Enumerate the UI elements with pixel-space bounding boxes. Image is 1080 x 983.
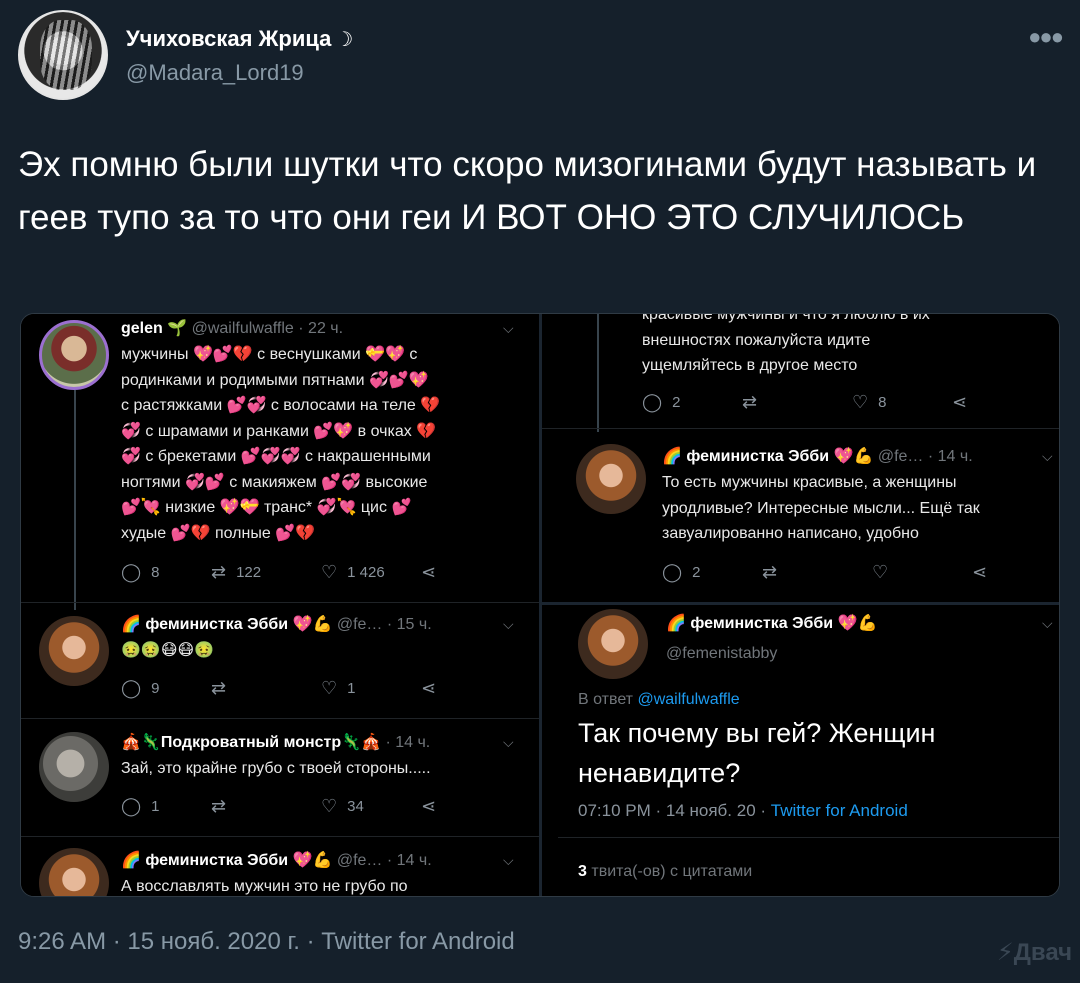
tweet-author: 🌈 феминистка Эбби 💖💪 @fe… · 15 ч.	[121, 616, 432, 633]
tweet-author: 🌈 феминистка Эбби 💖💪	[666, 615, 878, 632]
author-handle[interactable]: @Madara_Lord19	[126, 60, 304, 86]
tweet-body: То есть мужчины красивые, а женщины урод…	[662, 474, 980, 542]
more-options-icon[interactable]: ●●●	[1028, 24, 1064, 50]
reply-context: В ответ @wailfulwaffle	[578, 691, 740, 708]
tweet-author: 🌈 феминистка Эбби 💖💪 @fe… · 14 ч.	[662, 448, 973, 465]
thread-line	[597, 314, 599, 432]
heart-icon: ♡	[321, 796, 338, 816]
tweet-body: красивые мужчины и что я люблю в их внеш…	[642, 314, 930, 374]
author-avatar[interactable]	[18, 10, 108, 100]
speech-bubble-icon: ◯	[662, 562, 683, 582]
author-display-name[interactable]: Учиховская Жрица ☽	[126, 26, 353, 52]
tweet-meta: 07:10 PM · 14 нояб. 20 · Twitter for And…	[578, 801, 908, 820]
tweet-actions: ◯ 8 ⇄ 122 ♡ 1 426 ⋖	[121, 562, 437, 582]
tweet-actions: ◯ 2 ⇄ ♡ ⋖	[662, 562, 988, 582]
tweet-body: Зай, это крайне грубо с твоей стороны...…	[121, 760, 431, 777]
tweet-body: 🤢🤢😷😷🤢	[121, 642, 215, 659]
tweet-author: gelen 🌱 @wailfulwaffle · 22 ч.	[121, 320, 344, 337]
speech-bubble-icon: ◯	[121, 562, 142, 582]
speech-bubble-icon: ◯	[642, 392, 663, 412]
heart-icon: ♡	[852, 392, 869, 412]
chevron-down-icon: ⌵	[503, 616, 514, 632]
share-icon: ⋖	[421, 678, 437, 698]
watermark: ⚡Двач	[996, 939, 1072, 966]
screenshot-left: gelen 🌱 @wailfulwaffle · 22 ч. ⌵ мужчины…	[21, 314, 539, 896]
heart-icon: ♡	[321, 562, 338, 582]
moon-icon: ☽	[335, 29, 354, 51]
screenshot-right-top: красивые мужчины и что я люблю в их внеш…	[542, 314, 1059, 602]
tweet-author: 🌈 феминистка Эбби 💖💪 @fe… · 14 ч.	[121, 852, 432, 869]
tweet-actions: ◯ 9 ⇄ ♡ 1 ⋖	[121, 678, 437, 698]
separator	[21, 602, 539, 603]
quote-count: 3 твита(-ов) с цитатами	[578, 863, 753, 880]
tweet-body: мужчины 💖💕💔 с веснушками 💝💖 с родинками …	[121, 346, 441, 542]
retweet-icon: ⇄	[742, 392, 758, 412]
tweet-timestamp[interactable]: 9:26 AM · 15 нояб. 2020 г. · Twitter for…	[18, 928, 515, 956]
share-icon: ⋖	[421, 562, 437, 582]
avatar	[39, 616, 109, 686]
tweet-body-large: Так почему вы гей? Женщин ненавидите?	[578, 718, 936, 788]
tweet-body: А восславлять мужчин это не грубо по	[121, 878, 408, 895]
screenshot-right-bottom: 🌈 феминистка Эбби 💖💪 @femenistabby ⌵ В о…	[542, 605, 1059, 896]
chevron-down-icon: ⌵	[1042, 615, 1053, 631]
speech-bubble-icon: ◯	[121, 678, 142, 698]
separator	[558, 837, 1059, 838]
avatar	[39, 320, 109, 390]
tweet-text: Эх помню были шутки что скоро мизогинами…	[18, 145, 1037, 237]
retweet-icon: ⇄	[211, 678, 227, 698]
separator	[542, 428, 1059, 429]
share-icon: ⋖	[972, 562, 988, 582]
retweet-icon: ⇄	[762, 562, 778, 582]
avatar	[39, 848, 109, 896]
speech-bubble-icon: ◯	[121, 796, 142, 816]
chevron-down-icon: ⌵	[503, 852, 514, 868]
thread-line	[74, 390, 76, 610]
heart-icon: ♡	[872, 562, 889, 582]
retweet-icon: ⇄	[211, 796, 227, 816]
tweet-author: 🎪🦎Подкроватный монстр🦎🎪 · 14 ч.	[121, 734, 431, 751]
tweet-actions: ◯ 2 ⇄ ♡ 8 ⋖	[642, 392, 968, 412]
avatar	[578, 609, 648, 679]
chevron-down-icon: ⌵	[1042, 448, 1053, 464]
tweet-actions: ◯ 1 ⇄ ♡ 34 ⋖	[121, 796, 437, 816]
tweet-header: Учиховская Жрица ☽ @Madara_Lord19 ●●●	[18, 10, 1064, 102]
tweet-media[interactable]: gelen 🌱 @wailfulwaffle · 22 ч. ⌵ мужчины…	[20, 313, 1060, 897]
chevron-down-icon: ⌵	[503, 734, 514, 750]
lightning-icon: ⚡	[996, 939, 1014, 966]
retweet-icon: ⇄	[211, 562, 227, 582]
chevron-down-icon: ⌵	[503, 320, 514, 336]
heart-icon: ♡	[321, 678, 338, 698]
separator	[21, 718, 539, 719]
avatar	[39, 732, 109, 802]
separator	[21, 836, 539, 837]
share-icon: ⋖	[421, 796, 437, 816]
tweet-handle: @femenistabby	[666, 645, 778, 662]
share-icon: ⋖	[952, 392, 968, 412]
avatar	[576, 444, 646, 514]
